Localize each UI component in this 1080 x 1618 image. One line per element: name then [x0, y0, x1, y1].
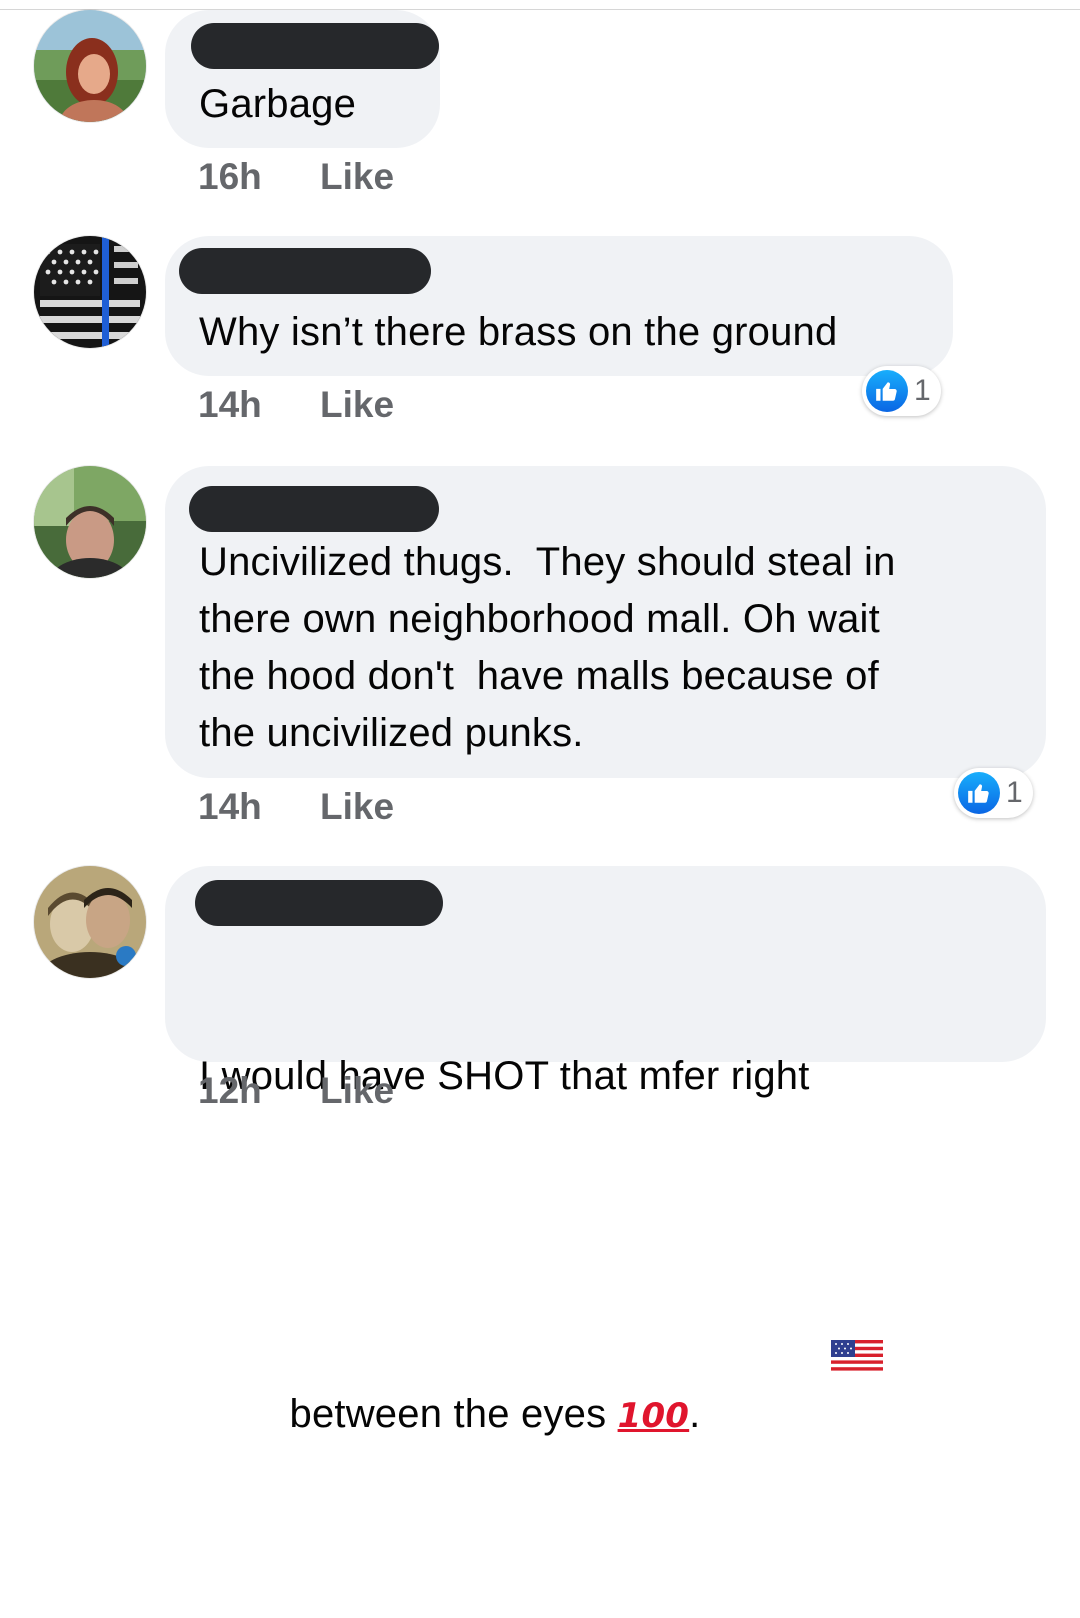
comment-text-fragment: between the eyes [289, 1392, 618, 1436]
comment-bubble: I would have SHOT that mfer right betwee… [165, 866, 1046, 1436]
comment-time[interactable]: 12h [198, 1070, 320, 1112]
like-thumb-icon [866, 370, 908, 412]
reaction-count-badge[interactable]: 1 [954, 768, 1033, 818]
like-button[interactable]: Like [320, 1070, 394, 1112]
avatar-couple-photo[interactable] [34, 866, 146, 978]
comment-time[interactable]: 14h [198, 384, 320, 426]
avatar-man-outdoors[interactable] [34, 466, 146, 578]
like-button[interactable]: Like [320, 786, 394, 828]
like-button[interactable]: Like [320, 156, 394, 198]
redacted-author-name[interactable] [195, 880, 443, 926]
us-flag-icon [718, 1276, 883, 1447]
reaction-count: 1 [1006, 776, 1023, 809]
top-divider [0, 0, 1080, 10]
avatar-woman-by-lake[interactable] [34, 10, 146, 122]
reaction-count-badge[interactable]: 1 [862, 366, 941, 416]
comment-text: I would have SHOT that mfer right betwee… [199, 934, 883, 1618]
comment-text-fragment: . [689, 1392, 712, 1436]
comment-text: Uncivilized thugs. They should steal in … [199, 540, 896, 755]
like-thumb-icon [958, 772, 1000, 814]
reaction-count: 1 [914, 374, 931, 407]
comment-meta: 16h Like [198, 156, 394, 198]
comment-time[interactable]: 16h [198, 156, 320, 198]
comment-meta: 14h Like [198, 384, 394, 426]
redacted-author-name[interactable] [179, 248, 431, 294]
like-button[interactable]: Like [320, 384, 394, 426]
comment-bubble: Why isn’t there brass on the ground [165, 236, 953, 376]
comment-bubble: Garbage [165, 10, 440, 148]
comment-text-line: between the eyes 100. [199, 1219, 883, 1504]
comment-bubble: Uncivilized thugs. They should steal in … [165, 466, 1046, 778]
comment-text: Why isn’t there brass on the ground [199, 310, 838, 354]
comment-meta: 12h Like [198, 1070, 394, 1112]
redacted-author-name[interactable] [189, 486, 439, 532]
avatar-thin-blue-line-flag[interactable] [34, 236, 146, 348]
comment-text: Garbage [199, 82, 357, 126]
redacted-author-name[interactable] [191, 23, 439, 69]
comment-time[interactable]: 14h [198, 786, 320, 828]
comment-meta: 14h Like [198, 786, 394, 828]
hundred-points-emoji: 100 [617, 1396, 690, 1436]
